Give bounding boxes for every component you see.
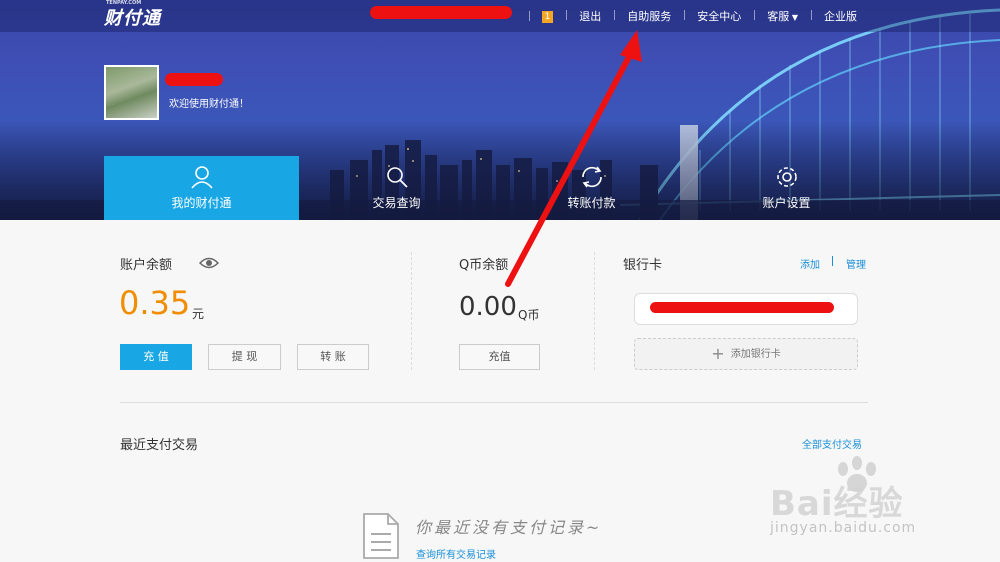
column-divider [594, 252, 595, 370]
baidu-watermark-text: Bai经验 [770, 484, 904, 524]
refresh-icon [581, 166, 602, 188]
redaction-username [370, 6, 512, 19]
redaction-bank-card [650, 302, 834, 313]
eye-icon[interactable] [199, 256, 219, 270]
tab-label: 交易查询 [372, 196, 421, 210]
message-badge[interactable]: 1 [541, 11, 554, 23]
add-bank-link[interactable]: 添加 [800, 256, 820, 271]
tab-transfer[interactable]: 转账付款 [494, 156, 689, 220]
user-icon [190, 166, 213, 189]
tab-label: 转账付款 [567, 196, 616, 210]
caret-down-icon: ▼ [789, 13, 798, 22]
add-bank-card-button[interactable]: + 添加银行卡 [634, 338, 858, 370]
logo-text: 财付通 [104, 8, 161, 29]
document-icon [363, 513, 399, 559]
column-divider [411, 252, 412, 370]
enterprise-link[interactable]: 企业版 [811, 8, 870, 24]
tab-account-settings[interactable]: 账户设置 [689, 156, 884, 220]
qcoin-recharge-button[interactable]: 充值 [459, 344, 540, 370]
recent-transactions-title: 最近支付交易 [120, 438, 199, 453]
empty-state-text: 你最近没有支付记录~ [415, 518, 603, 537]
main-tabs: 我的财付通 交易查询 转账付款 账户设置 [104, 156, 884, 220]
logo-small-text: TENPAY.COM [106, 0, 142, 6]
qcoin-unit: Q币 [518, 308, 540, 322]
all-transactions-link[interactable]: 全部支付交易 [802, 436, 862, 451]
account-balance-title: 账户余额 [120, 258, 173, 273]
account-balance-value: 0.35 [119, 284, 191, 322]
tab-transaction-query[interactable]: 交易查询 [299, 156, 494, 220]
tab-label: 账户设置 [762, 196, 811, 210]
logout-link[interactable]: 退出 [566, 8, 614, 24]
bank-card-title: 银行卡 [623, 258, 663, 273]
transfer-button[interactable]: 转 账 [297, 344, 369, 370]
search-icon [386, 167, 408, 188]
qcoin-balance-value: 0.00 [459, 292, 517, 322]
avatar[interactable] [104, 65, 159, 120]
baidu-watermark-url: jingyan.baidu.com [770, 520, 917, 536]
query-all-transactions-link[interactable]: 查询所有交易记录 [416, 546, 496, 561]
self-service-link[interactable]: 自助服务 [614, 8, 684, 24]
customer-service-label: 客服 [767, 10, 790, 23]
message-badge-item[interactable]: 1 [528, 9, 567, 23]
withdraw-button[interactable]: 提 现 [208, 344, 281, 370]
redaction-account-name [165, 73, 223, 86]
recharge-button[interactable]: 充 值 [120, 344, 192, 370]
link-separator [832, 256, 833, 266]
balance-unit: 元 [192, 307, 205, 321]
welcome-text: 欢迎使用财付通！ [169, 99, 249, 110]
manage-bank-link[interactable]: 管理 [846, 256, 866, 271]
add-bank-card-label: 添加银行卡 [730, 349, 781, 360]
tab-label: 我的财付通 [171, 196, 232, 210]
gear-icon [776, 167, 797, 187]
section-divider [120, 402, 868, 403]
tab-my-tenpay[interactable]: 我的财付通 [104, 156, 299, 220]
customer-service-menu[interactable]: 客服 ▼ [754, 8, 811, 24]
tenpay-logo[interactable]: TENPAY.COM 财付通 [104, 0, 161, 30]
security-center-link[interactable]: 安全中心 [684, 8, 754, 24]
qcoin-balance-title: Q币余额 [459, 258, 509, 273]
plus-icon: + [711, 344, 725, 363]
